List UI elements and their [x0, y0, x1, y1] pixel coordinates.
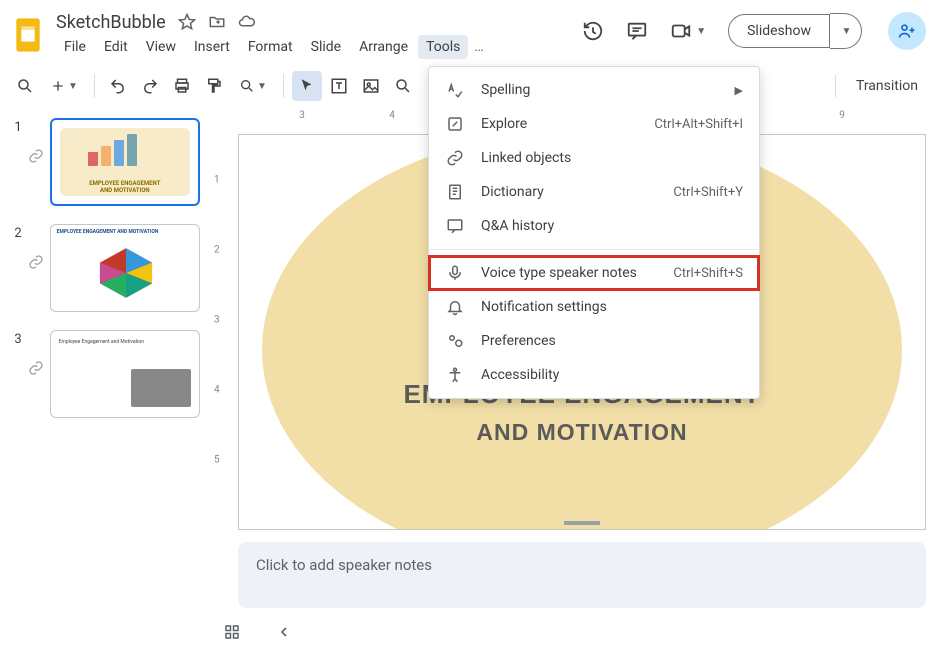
speaker-notes-placeholder: Click to add speaker notes [256, 556, 432, 574]
tools-menu-dictionary[interactable]: Dictionary Ctrl+Shift+Y [429, 175, 759, 209]
cloud-status-icon[interactable] [238, 13, 256, 31]
move-folder-icon[interactable] [208, 13, 226, 31]
history-icon[interactable] [582, 20, 604, 42]
tools-dropdown: Spelling ▶ Explore Ctrl+Alt+Shift+I Linked o… [428, 66, 760, 399]
resize-grip[interactable] [564, 521, 600, 525]
comments-icon[interactable] [626, 20, 648, 42]
toolbar-separator [283, 74, 284, 98]
ruler-tick: 5 [214, 455, 220, 466]
tools-menu-q-a-history[interactable]: Q&A history [429, 209, 759, 243]
menu-file[interactable]: File [56, 35, 94, 59]
ruler-tick: 1 [214, 175, 220, 186]
a11y-icon [445, 366, 465, 384]
ruler-tick: 3 [299, 110, 305, 121]
ruler-tick: 9 [839, 110, 845, 121]
header-actions: ▼ Slideshow ▼ [582, 12, 926, 50]
ruler-tick: 2 [214, 245, 220, 256]
transition-button[interactable]: Transition [835, 73, 930, 99]
slideshow-options-button[interactable]: ▼ [830, 13, 862, 49]
menu-item-label: Dictionary [481, 184, 544, 200]
submenu-caret-icon: ▶ [735, 84, 743, 97]
bell-icon [445, 298, 465, 316]
insert-shape-button[interactable] [388, 71, 418, 101]
slide-number: 3 [8, 330, 22, 347]
menu-item-label: Accessibility [481, 367, 559, 383]
select-tool-button[interactable] [292, 71, 322, 101]
tools-menu-linked-objects[interactable]: Linked objects [429, 141, 759, 175]
menu-item-label: Linked objects [481, 150, 571, 166]
ruler-tick: 3 [214, 315, 220, 326]
tools-menu-voice-type-speaker-notes[interactable]: Voice type speaker notes Ctrl+Shift+S [429, 256, 759, 290]
slide-title-line2: AND MOTIVATION [239, 419, 925, 446]
explore-icon [445, 115, 465, 133]
menu-edit[interactable]: Edit [96, 35, 136, 59]
qa-icon [445, 217, 465, 235]
thumb-header: EMPLOYEE ENGAGEMENT AND MOTIVATION [57, 229, 159, 235]
redo-button[interactable] [135, 71, 165, 101]
menu-item-label: Explore [481, 116, 527, 132]
slide-number: 1 [8, 118, 22, 135]
text-box-button[interactable] [324, 71, 354, 101]
slide-filmstrip: 1 EMPLOYEE ENGAGEMENT AND MOTIVATION 2 E… [0, 108, 210, 652]
ruler-vertical: 1 2 3 4 5 [210, 130, 232, 532]
tools-menu-notification-settings[interactable]: Notification settings [429, 290, 759, 324]
ruler-tick: 4 [389, 110, 395, 121]
dictionary-icon [445, 183, 465, 201]
menu-slide[interactable]: Slide [303, 35, 349, 59]
zoom-button[interactable]: ▼ [231, 71, 275, 101]
search-menus-button[interactable] [10, 71, 40, 101]
slide-thumb-1[interactable]: EMPLOYEE ENGAGEMENT AND MOTIVATION [50, 118, 200, 206]
ruler-tick: 4 [214, 385, 220, 396]
new-slide-button[interactable]: ▼ [42, 71, 86, 101]
link-icon [28, 148, 44, 164]
menu-shortcut: Ctrl+Shift+S [673, 266, 743, 281]
menu-item-label: Voice type speaker notes [481, 265, 637, 281]
tools-menu-explore[interactable]: Explore Ctrl+Alt+Shift+I [429, 107, 759, 141]
menu-item-label: Preferences [481, 333, 556, 349]
menu-view[interactable]: View [138, 35, 184, 59]
prefs-icon [445, 332, 465, 350]
menu-item-label: Spelling [481, 82, 530, 98]
menu-item-label: Q&A history [481, 218, 554, 234]
star-icon[interactable] [178, 13, 196, 31]
menu-bar: File Edit View Insert Format Slide Arran… [56, 35, 488, 59]
undo-button[interactable] [103, 71, 133, 101]
thumb-title: EMPLOYEE ENGAGEMENT AND MOTIVATION [52, 180, 198, 194]
menu-overflow[interactable]: … [470, 35, 487, 59]
slide-thumb-2[interactable]: EMPLOYEE ENGAGEMENT AND MOTIVATION [50, 224, 200, 312]
paint-format-button[interactable] [199, 71, 229, 101]
link-icon [445, 149, 465, 167]
slide-number: 2 [8, 224, 22, 241]
collapse-button[interactable] [270, 618, 298, 646]
footer-bar [218, 618, 298, 646]
slideshow-button[interactable]: Slideshow [728, 14, 830, 48]
menu-shortcut: Ctrl+Shift+Y [673, 185, 743, 200]
present-video-icon[interactable]: ▼ [670, 20, 706, 42]
share-button[interactable] [888, 12, 926, 50]
menu-tools[interactable]: Tools [418, 35, 468, 59]
menu-arrange[interactable]: Arrange [351, 35, 416, 59]
tools-menu-preferences[interactable]: Preferences [429, 324, 759, 358]
menu-format[interactable]: Format [240, 35, 301, 59]
tools-menu-spelling[interactable]: Spelling ▶ [429, 73, 759, 107]
insert-image-button[interactable] [356, 71, 386, 101]
spellcheck-icon [445, 81, 465, 99]
menu-shortcut: Ctrl+Alt+Shift+I [654, 117, 743, 132]
link-icon [28, 360, 44, 376]
menu-item-label: Notification settings [481, 299, 607, 315]
thumb-header: Employee Engagement and Motivation [59, 339, 144, 346]
grid-view-button[interactable] [218, 618, 246, 646]
title-bar: SketchBubble File Edit View Insert Forma… [0, 0, 940, 64]
menu-separator [429, 249, 759, 250]
tools-menu-accessibility[interactable]: Accessibility [429, 358, 759, 392]
toolbar-separator [94, 74, 95, 98]
print-button[interactable] [167, 71, 197, 101]
slide-thumb-3[interactable]: Employee Engagement and Motivation [50, 330, 200, 418]
speaker-notes-input[interactable]: Click to add speaker notes [238, 542, 926, 608]
menu-insert[interactable]: Insert [186, 35, 238, 59]
app-logo[interactable] [10, 11, 46, 59]
mic-icon [445, 264, 465, 282]
document-title[interactable]: SketchBubble [56, 12, 166, 33]
link-icon [28, 254, 44, 270]
